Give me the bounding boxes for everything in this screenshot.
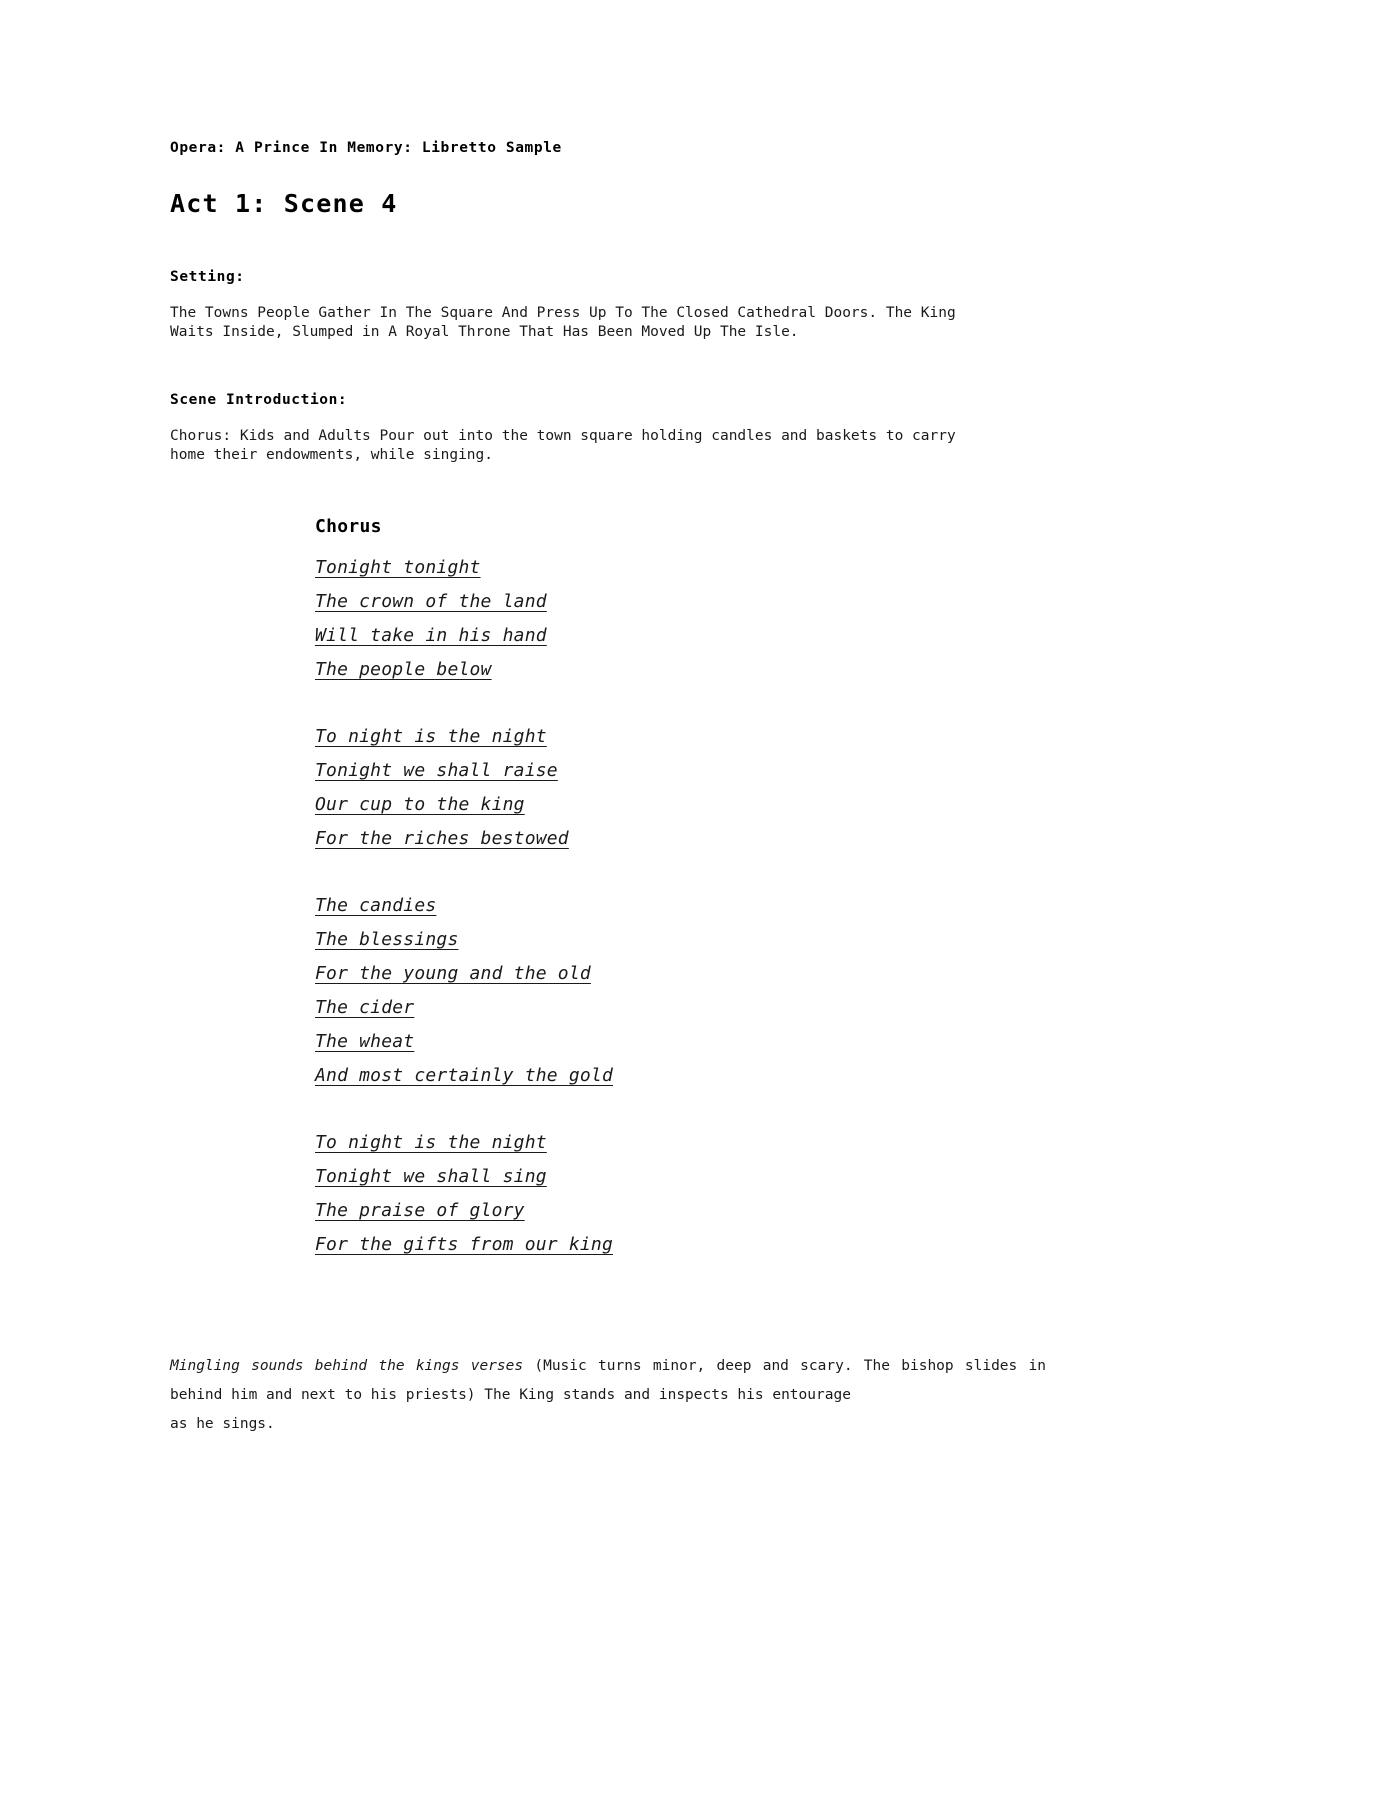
setting-text-line-1: The Towns People Gather In The Square An… (170, 305, 956, 321)
lyric-text: Our cup to the king (315, 794, 525, 815)
lyric-line: Tonight we shall raise (315, 754, 1046, 788)
document-title: Opera: A Prince In Memory: Libretto Samp… (170, 140, 562, 156)
lyric-line: The candies (315, 889, 1046, 923)
lyric-line: Tonight we shall sing (315, 1160, 1046, 1194)
setting-label: Setting: (170, 269, 245, 285)
lyric-line: Our cup to the king (315, 788, 1046, 822)
lyric-text: The people below (315, 659, 492, 680)
scene-introduction-label: Scene Introduction: (170, 392, 348, 408)
lyric-text: The blessings (315, 929, 459, 950)
chorus-lyrics-block: Chorus Tonight tonight The crown of the … (170, 515, 1046, 1262)
setting-text: The Towns People Gather In The Square An… (170, 304, 1046, 342)
lyric-line: For the young and the old (315, 957, 1046, 991)
document-page: Opera: A Prince In Memory: Libretto Samp… (0, 0, 1391, 1800)
lyric-text: Tonight tonight (315, 557, 481, 578)
lyric-stanza: To night is the night Tonight we shall r… (315, 720, 1046, 856)
lyric-line: The people below (315, 653, 1046, 687)
speaker-label-chorus: Chorus (315, 516, 382, 537)
stage-direction-last-line: as he sings. (170, 1416, 275, 1432)
lyric-line: The blessings (315, 923, 1046, 957)
lyric-stanza: The candies The blessings For the young … (315, 889, 1046, 1093)
closing-stage-direction: Mingling sounds behind the kings verses … (170, 1352, 1046, 1439)
lyric-line: Will take in his hand (315, 619, 1046, 653)
lyric-line: Tonight tonight (315, 551, 1046, 585)
lyric-text: Tonight we shall raise (315, 760, 558, 781)
lyric-text: To night is the night (315, 726, 547, 747)
lyric-line: The wheat (315, 1025, 1046, 1059)
lyric-line: To night is the night (315, 720, 1046, 754)
lyric-text: For the gifts from our king (315, 1234, 613, 1255)
lyric-line: The praise of glory (315, 1194, 1046, 1228)
scene-introduction-text: Chorus: Kids and Adults Pour out into th… (170, 427, 1046, 465)
lyric-stanza: Tonight tonight The crown of the land Wi… (315, 551, 1046, 687)
lyric-text: The wheat (315, 1031, 415, 1052)
document-content: Opera: A Prince In Memory: Libretto Samp… (170, 138, 1046, 1439)
lyric-stanza: To night is the night Tonight we shall s… (315, 1126, 1046, 1262)
lyric-text: Will take in his hand (315, 625, 547, 646)
lyric-line: The cider (315, 991, 1046, 1025)
lyric-text: Tonight we shall sing (315, 1166, 547, 1187)
act-scene-heading: Act 1: Scene 4 (170, 189, 398, 218)
lyric-line: For the gifts from our king (315, 1228, 1046, 1262)
lyric-line: To night is the night (315, 1126, 1046, 1160)
scene-introduction-line-1: Chorus: Kids and Adults Pour out into th… (170, 428, 956, 444)
stage-direction-cue: Mingling sounds behind the kings verses (170, 1358, 524, 1374)
lyric-text: For the young and the old (315, 963, 591, 984)
lyric-text: For the riches bestowed (315, 828, 569, 849)
lyric-text: To night is the night (315, 1132, 547, 1153)
lyric-text: The crown of the land (315, 591, 547, 612)
lyric-line: The crown of the land (315, 585, 1046, 619)
lyric-text: And most certainly the gold (315, 1065, 613, 1086)
lyric-text: The candies (315, 895, 437, 916)
setting-text-line-2: Waits Inside, Slumped in A Royal Throne … (170, 324, 799, 340)
lyric-line: For the riches bestowed (315, 822, 1046, 856)
scene-introduction-line-2: home their endowments, while singing. (170, 447, 494, 463)
lyric-text: The praise of glory (315, 1200, 525, 1221)
lyric-line: And most certainly the gold (315, 1059, 1046, 1093)
lyric-text: The cider (315, 997, 415, 1018)
